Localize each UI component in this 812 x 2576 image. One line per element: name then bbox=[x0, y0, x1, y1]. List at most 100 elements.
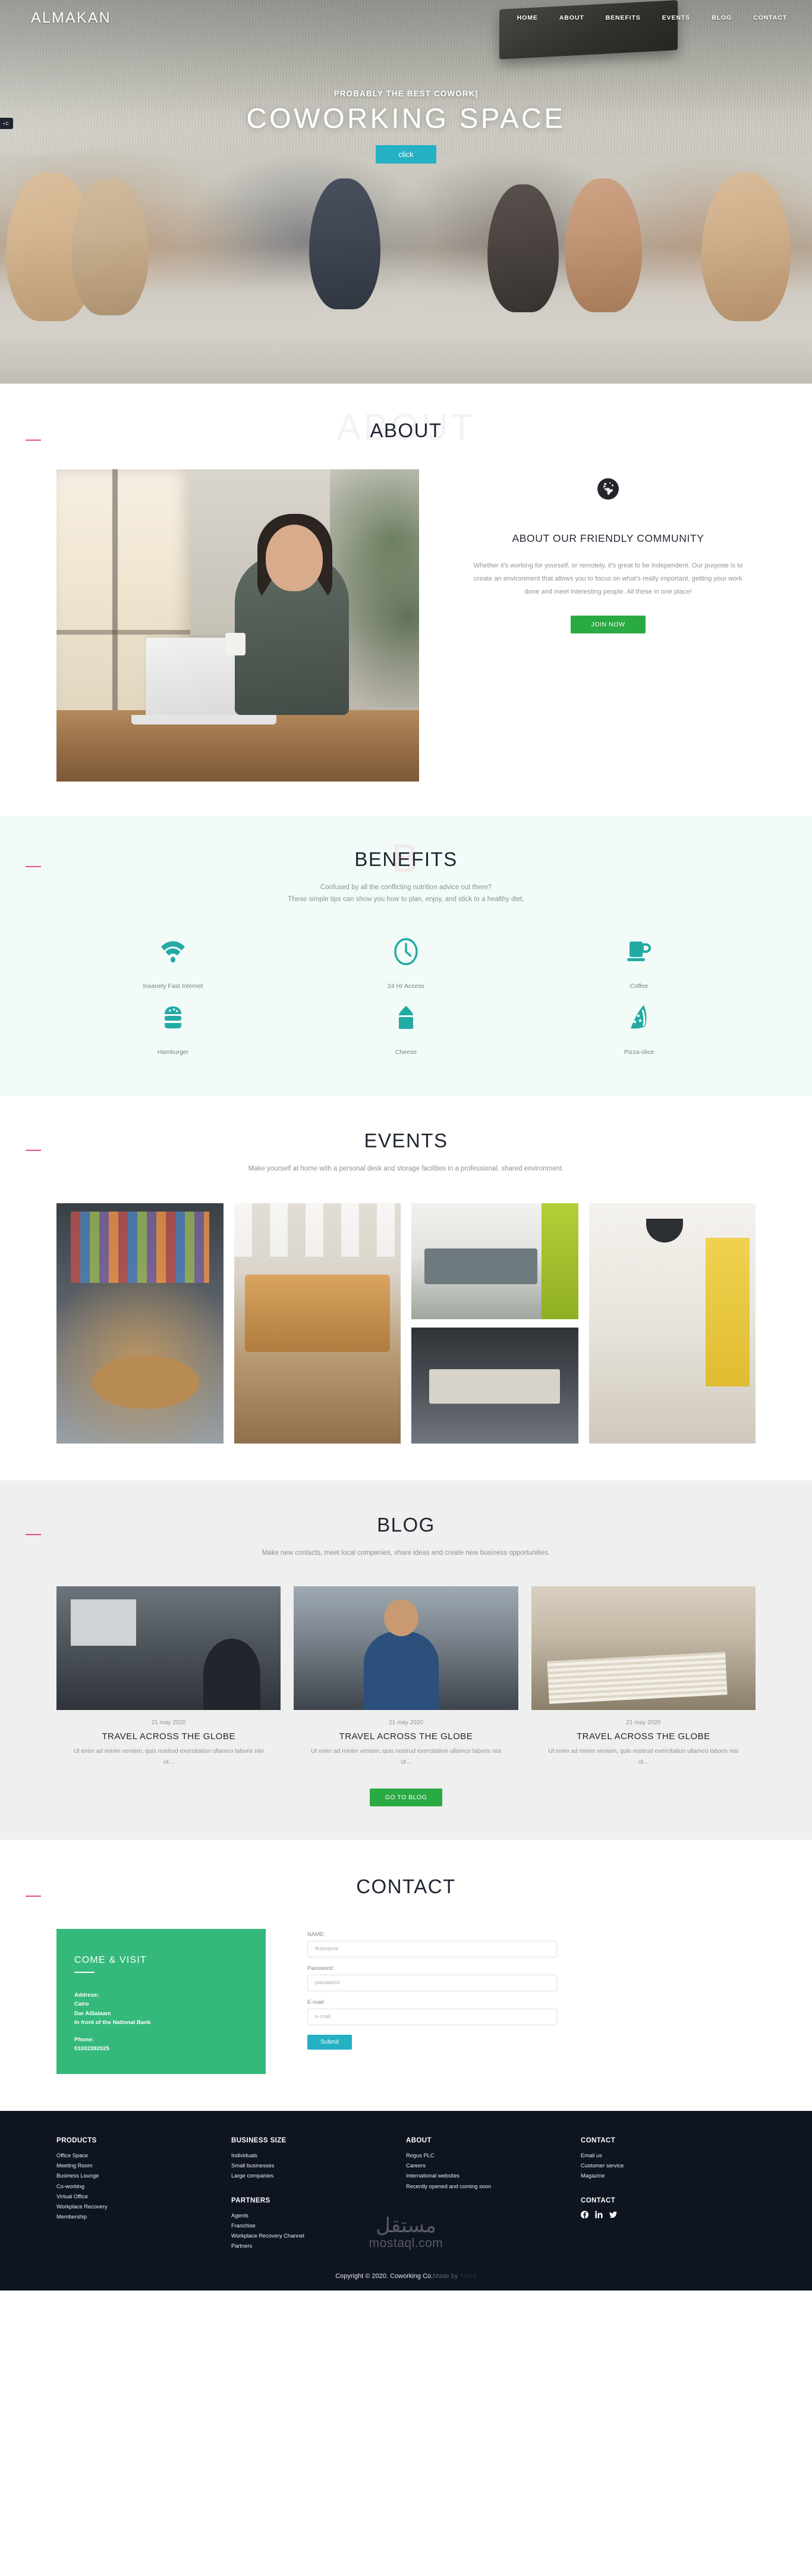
benefit-item-coffee: Coffee bbox=[523, 931, 756, 991]
blog-post-title[interactable]: TRAVEL ACROSS THE GLOBE bbox=[294, 1731, 518, 1742]
footer-column-business-size: BUSINESS SIZE Individuals Small business… bbox=[231, 2137, 406, 2251]
event-photo[interactable] bbox=[588, 1203, 756, 1444]
footer-link[interactable]: Small businesses bbox=[231, 2161, 393, 2171]
footer-link[interactable]: Recently opened and coming soon bbox=[406, 2182, 568, 2192]
about-photo bbox=[56, 469, 419, 782]
copyright-text: Copyright © 2020. Coworking Co. bbox=[335, 2273, 433, 2280]
footer-link[interactable]: Workplace Recovery Channel bbox=[231, 2231, 393, 2241]
nav-item-about[interactable]: ABOUT bbox=[559, 14, 584, 21]
join-now-button[interactable]: JOIN NOW bbox=[571, 615, 646, 633]
blog-thumbnail[interactable] bbox=[294, 1586, 518, 1711]
footer-link[interactable]: Office Space bbox=[56, 2151, 218, 2161]
pizza-slice-icon bbox=[534, 997, 744, 1038]
blog-cards-grid: 21 may 2020 TRAVEL ACROSS THE GLOBE Ut e… bbox=[56, 1586, 756, 1768]
coffee-cup-icon bbox=[534, 931, 744, 972]
benefits-subtitle-line2: These simple tips can show you how to pl… bbox=[288, 896, 524, 903]
blog-thumbnail[interactable] bbox=[531, 1586, 756, 1711]
benefits-side-rail bbox=[26, 866, 41, 867]
name-input[interactable] bbox=[307, 1940, 557, 1957]
main-nav-menu: HOME ABOUT BENEFITS EVENTS BLOG CONTACT bbox=[517, 14, 787, 21]
footer-heading-partners: PARTNERS bbox=[231, 2197, 270, 2204]
hero-title: COWORKING SPACE bbox=[246, 102, 566, 134]
footer-link[interactable]: Magazine bbox=[581, 2171, 742, 2181]
event-photo[interactable] bbox=[234, 1203, 401, 1444]
events-column-1 bbox=[56, 1203, 224, 1444]
footer-link[interactable]: Virtual Office bbox=[56, 2192, 218, 2202]
about-title-text: ABOUT bbox=[370, 419, 442, 441]
event-photo[interactable] bbox=[56, 1203, 224, 1444]
address-label: Address: bbox=[74, 1991, 99, 1998]
visit-card-divider bbox=[74, 1971, 95, 1973]
footer-copyright: Copyright © 2020. Coworking Co.Made by T… bbox=[0, 2251, 812, 2291]
email-input[interactable] bbox=[307, 2008, 557, 2025]
footer-link[interactable]: Agents bbox=[231, 2211, 393, 2221]
nav-item-blog[interactable]: BLOG bbox=[712, 14, 732, 21]
blog-card[interactable]: 21 may 2020 TRAVEL ACROSS THE GLOBE Ut e… bbox=[56, 1586, 281, 1768]
linkedin-icon[interactable] bbox=[595, 2210, 603, 2219]
nav-item-home[interactable]: HOME bbox=[517, 14, 538, 21]
footer-link[interactable]: Meeting Room bbox=[56, 2161, 218, 2171]
address-line-landmark: In front of the National Bank bbox=[74, 2019, 151, 2026]
blog-thumbnail[interactable] bbox=[56, 1586, 281, 1711]
footer-link[interactable]: Business Lounge bbox=[56, 2171, 218, 2181]
footer-link[interactable]: Email us bbox=[581, 2151, 742, 2161]
benefit-item-access: 24 Hr Access bbox=[289, 931, 523, 991]
about-side-rail bbox=[26, 440, 41, 441]
blog-excerpt: Ut enim ad minim veniam, quis nostrud ex… bbox=[73, 1748, 264, 1766]
footer-link[interactable]: Individuals bbox=[231, 2151, 393, 2161]
submit-button[interactable]: Submit bbox=[307, 2034, 353, 2050]
facebook-icon[interactable] bbox=[581, 2210, 588, 2219]
nav-item-benefits[interactable]: BENEFITS bbox=[606, 14, 641, 21]
blog-card[interactable]: 21 may 2020 TRAVEL ACROSS THE GLOBE Ut e… bbox=[294, 1586, 518, 1768]
footer-heading-contact-social: CONTACT bbox=[581, 2197, 616, 2204]
footer-column-products: PRODUCTS Office Space Meeting Room Busin… bbox=[56, 2137, 231, 2251]
name-field-label: NAME: bbox=[307, 1931, 326, 1938]
go-to-blog-button[interactable]: GO TO BLOG bbox=[369, 1788, 443, 1806]
events-section: EVENTS Make yourself at home with a pers… bbox=[0, 1096, 812, 1480]
twitter-icon[interactable] bbox=[609, 2211, 617, 2219]
event-photo[interactable] bbox=[411, 1203, 578, 1319]
footer-link[interactable]: Partners bbox=[231, 2241, 393, 2251]
footer-link[interactable]: Franchise bbox=[231, 2221, 393, 2231]
blog-title-text: BLOG bbox=[377, 1513, 435, 1536]
event-photo[interactable] bbox=[411, 1327, 578, 1444]
benefits-title-text: BENEFITS bbox=[354, 848, 458, 870]
footer-link[interactable]: Customer service bbox=[581, 2161, 742, 2171]
made-by-name: TAHA bbox=[459, 2273, 477, 2280]
benefits-subtitle-line1: Confused by all the conflicting nutritio… bbox=[320, 884, 492, 891]
benefit-item-hamburger: Hamburger bbox=[56, 997, 289, 1057]
contact-grid: COME & VISIT Address: Cairo Dar AlSalaam… bbox=[56, 1928, 756, 2074]
footer-link[interactable]: Membership bbox=[56, 2212, 218, 2222]
side-tab-badge[interactable]: «C bbox=[0, 118, 13, 129]
globe-icon bbox=[461, 478, 756, 503]
site-brand-logo[interactable]: ALMAKAN bbox=[31, 10, 111, 27]
blog-section: BLOG Make new contacts, meet local compa… bbox=[0, 1480, 812, 1840]
password-input[interactable] bbox=[307, 1974, 557, 1991]
events-title-text: EVENTS bbox=[364, 1129, 448, 1151]
footer-link[interactable]: Co-working bbox=[56, 2182, 218, 2192]
footer-link[interactable]: Careers bbox=[406, 2161, 568, 2171]
nav-item-events[interactable]: EVENTS bbox=[662, 14, 690, 21]
hero-overlay-shade bbox=[0, 0, 812, 384]
footer-link[interactable]: Workplace Recovery bbox=[56, 2202, 218, 2212]
phone-label: Phone: bbox=[74, 2036, 94, 2043]
benefit-label-internet: Insanely Fast Internet bbox=[143, 983, 203, 990]
blog-post-title[interactable]: TRAVEL ACROSS THE GLOBE bbox=[56, 1731, 281, 1742]
events-subtitle: Make yourself at home with a personal de… bbox=[248, 1165, 564, 1172]
top-navigation-bar: ALMAKAN HOME ABOUT BENEFITS EVENTS BLOG … bbox=[0, 0, 812, 31]
hero-kicker-text: PROBABLY THE BEST COWORK| bbox=[333, 89, 479, 98]
footer-link[interactable]: Large companies bbox=[231, 2171, 393, 2181]
blog-card[interactable]: 21 may 2020 TRAVEL ACROSS THE GLOBE Ut e… bbox=[531, 1586, 756, 1768]
benefit-label-cheese: Cheese bbox=[395, 1048, 417, 1056]
events-section-title: EVENTS bbox=[56, 1129, 756, 1152]
benefits-section: B BENEFITS Confused by all the conflicti… bbox=[0, 816, 812, 1096]
hero-click-button[interactable]: click bbox=[376, 145, 436, 164]
blog-post-title[interactable]: TRAVEL ACROSS THE GLOBE bbox=[531, 1731, 756, 1742]
blog-date: 21 may 2020 bbox=[389, 1720, 423, 1727]
contact-section-title: CONTACT bbox=[56, 1875, 756, 1898]
footer-link[interactable]: Regus PLC bbox=[406, 2151, 568, 2161]
hero-section: ALMAKAN HOME ABOUT BENEFITS EVENTS BLOG … bbox=[0, 0, 812, 384]
benefits-subtitle: Confused by all the conflicting nutritio… bbox=[56, 881, 756, 905]
nav-item-contact[interactable]: CONTACT bbox=[753, 14, 787, 21]
footer-link[interactable]: International websites bbox=[406, 2171, 568, 2181]
